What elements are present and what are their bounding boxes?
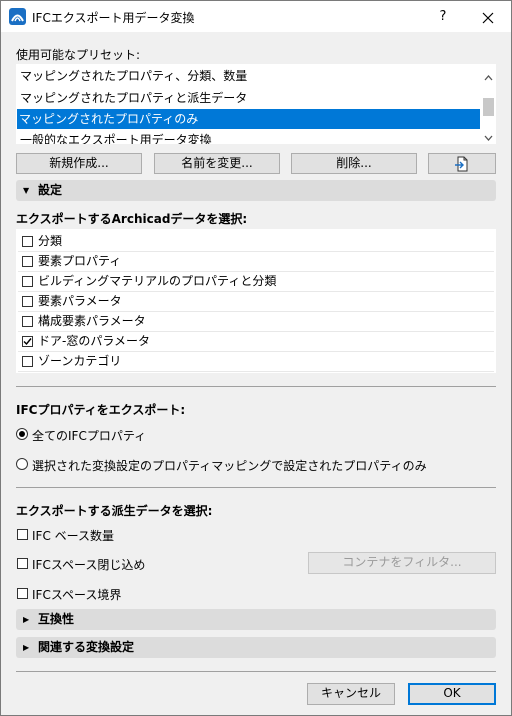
presets-label: 使用可能なプリセット:: [16, 48, 141, 62]
list-item-label: 分類: [38, 234, 63, 248]
presets-scrollbar[interactable]: [480, 64, 496, 144]
list-item[interactable]: ビルディングマテリアルのプロパティと分類: [18, 271, 494, 292]
divider: [16, 386, 496, 387]
checkbox[interactable]: [22, 316, 33, 327]
import-icon: [455, 156, 468, 172]
radio-all-ifc-properties[interactable]: [16, 428, 28, 440]
close-button[interactable]: [477, 7, 499, 27]
preset-item[interactable]: マッピングされたプロパティ、分類、数量: [18, 66, 247, 86]
divider: [16, 671, 496, 672]
checkbox[interactable]: [22, 356, 33, 367]
list-item-label: 構成要素パラメータ: [38, 314, 146, 328]
checkbox[interactable]: [17, 588, 28, 599]
divider: [16, 487, 496, 488]
derived-data-label: エクスポートする派生データを選択:: [16, 504, 213, 518]
scrollbar-thumb[interactable]: [483, 98, 494, 116]
title-bar: IFCエクスポート用データ変換 ?: [1, 1, 511, 32]
ifc-properties-label: IFCプロパティをエクスポート:: [16, 403, 186, 417]
related-settings-section-header[interactable]: ▶ 関連する変換設定: [16, 637, 496, 658]
chevron-up-icon[interactable]: [484, 70, 493, 84]
checkbox[interactable]: [22, 256, 33, 267]
archicad-data-label: エクスポートするArchicadデータを選択:: [16, 212, 248, 226]
checkbox[interactable]: [22, 236, 33, 247]
checkbox-checked[interactable]: [22, 336, 33, 347]
settings-section-header[interactable]: ▼ 設定: [16, 180, 496, 201]
related-settings-section-title: 関連する変換設定: [38, 640, 135, 654]
chevron-down-icon[interactable]: [484, 130, 493, 144]
import-preset-button[interactable]: [428, 153, 496, 174]
list-item-label: 要素パラメータ: [38, 294, 122, 308]
checkbox-label[interactable]: IFC ベース数量: [32, 527, 114, 544]
radio-dot: [19, 431, 25, 437]
new-preset-button[interactable]: 新規作成...: [16, 153, 142, 174]
checkmark-icon: [23, 338, 32, 346]
checkbox[interactable]: [17, 529, 28, 540]
compatibility-section-title: 互換性: [38, 612, 75, 626]
cancel-button[interactable]: キャンセル: [307, 683, 395, 705]
settings-section-title: 設定: [38, 183, 63, 197]
compatibility-section-header[interactable]: ▶ 互換性: [16, 609, 496, 630]
checkbox[interactable]: [17, 558, 28, 569]
radio-label[interactable]: 選択された変換設定のプロパティマッピングで設定されたプロパティのみ: [32, 457, 427, 474]
list-item-label: ゾーンカテゴリ: [38, 354, 122, 368]
archicad-data-list: 分類 要素プロパティ ビルディングマテリアルのプロパティと分類 要素パラメータ …: [16, 229, 496, 373]
preset-item[interactable]: マッピングされたプロパティと派生データ: [18, 88, 247, 108]
radio-label[interactable]: 全てのIFCプロパティ: [32, 427, 146, 444]
checkbox-label[interactable]: IFCスペース閉じ込め: [32, 556, 145, 573]
preset-item-selected[interactable]: マッピングされたプロパティのみ: [17, 109, 480, 129]
list-item-label: ドア-窓のパラメータ: [38, 334, 150, 348]
collapsed-triangle-icon: ▶: [23, 643, 30, 652]
list-item[interactable]: ゾーンカテゴリ: [18, 351, 494, 372]
list-item-label: 要素プロパティ: [38, 254, 122, 268]
delete-preset-button[interactable]: 削除...: [291, 153, 417, 174]
collapsed-triangle-icon: ▶: [23, 615, 30, 624]
ok-button[interactable]: OK: [408, 683, 496, 705]
rename-preset-button[interactable]: 名前を変更...: [154, 153, 280, 174]
list-item[interactable]: ドア-窓のパラメータ: [18, 331, 494, 352]
checkbox-label[interactable]: IFCスペース境界: [32, 586, 121, 603]
archicad-app-icon: [9, 8, 26, 25]
close-icon: [482, 12, 494, 23]
dialog-window: IFCエクスポート用データ変換 ? 使用可能なプリセット: マッピングされたプロ…: [0, 0, 512, 716]
checkbox[interactable]: [22, 296, 33, 307]
list-item-label: ビルディングマテリアルのプロパティと分類: [38, 274, 277, 288]
expanded-triangle-icon: ▼: [23, 186, 30, 195]
list-item[interactable]: 構成要素パラメータ: [18, 311, 494, 332]
filter-containers-button[interactable]: コンテナをフィルタ...: [308, 552, 496, 574]
window-title: IFCエクスポート用データ変換: [32, 11, 195, 25]
preset-item[interactable]: 一般的なエクスポート用データ変換: [18, 130, 212, 144]
presets-list[interactable]: マッピングされたプロパティ、分類、数量 マッピングされたプロパティと派生データ …: [16, 64, 480, 144]
list-item[interactable]: 要素パラメータ: [18, 291, 494, 312]
checkbox[interactable]: [22, 276, 33, 287]
list-item[interactable]: 分類: [18, 231, 494, 252]
help-button[interactable]: ?: [433, 7, 453, 27]
list-item[interactable]: 要素プロパティ: [18, 251, 494, 272]
radio-mapped-properties-only[interactable]: [16, 458, 28, 470]
